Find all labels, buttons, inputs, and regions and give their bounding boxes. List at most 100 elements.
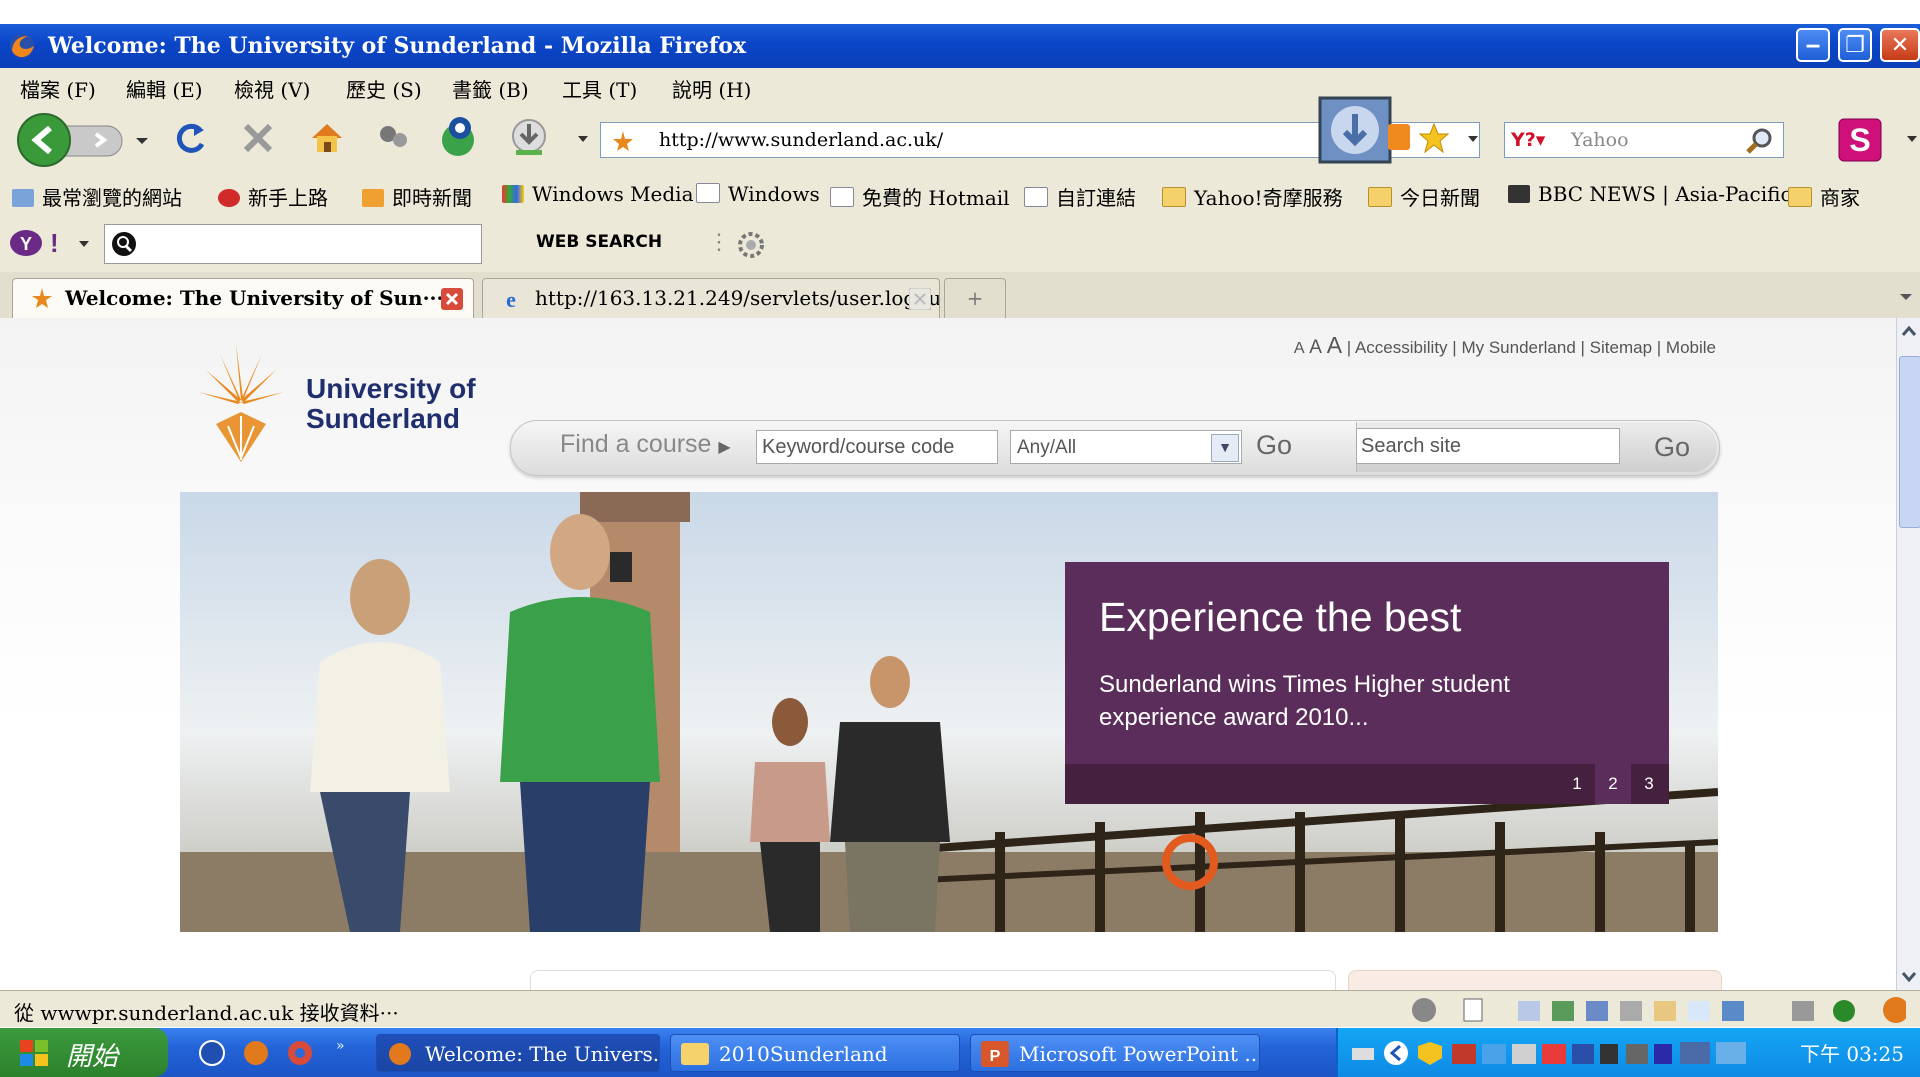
bookmark-item[interactable]: Yahoo!奇摩服務 <box>1162 182 1343 211</box>
menu-bar: 檔案 (F) 編輯 (E) 檢視 (V) 歷史 (S) 書籤 (B) 工具 (T… <box>0 68 1920 104</box>
university-logo-icon[interactable] <box>196 340 286 470</box>
svg-text:!: ! <box>50 228 59 258</box>
menu-view[interactable]: 檢視 (V) <box>234 74 310 103</box>
status-icons <box>1412 997 1906 1023</box>
bookmark-item[interactable]: Windows <box>696 182 820 206</box>
menu-help[interactable]: 說明 (H) <box>672 74 751 103</box>
restore-button[interactable]: ❐ <box>1838 28 1872 62</box>
svg-text:S: S <box>1849 122 1870 158</box>
web-search-button[interactable]: WEB SEARCH <box>536 232 662 252</box>
site-search-input[interactable]: Search site <box>1356 428 1620 464</box>
url-text: http://www.sunderland.ac.uk/ <box>659 129 944 151</box>
bookmark-item[interactable]: BBC NEWS | Asia-Pacific <box>1508 182 1792 206</box>
arrow-right-icon: ▶ <box>718 439 731 456</box>
yahoo-logo-icon[interactable]: Y! <box>8 228 70 258</box>
page-icon <box>1024 187 1048 207</box>
yahoo-search-input[interactable] <box>104 224 482 264</box>
taskbar-item-label: 2010Sunderland <box>719 1042 888 1066</box>
yahoo-menu-arrow-icon[interactable] <box>78 240 90 248</box>
promo-page-1[interactable]: 1 <box>1559 764 1595 804</box>
settings-gear-icon[interactable] <box>736 230 766 260</box>
promo-text[interactable]: Sunderland wins Times Higher student exp… <box>1099 668 1569 734</box>
url-dropdown-icon[interactable] <box>1466 134 1480 144</box>
page-icon <box>696 183 720 203</box>
promo-page-3[interactable]: 3 <box>1631 764 1667 804</box>
extension-s-icon[interactable]: S <box>1838 118 1882 162</box>
menu-bookmarks[interactable]: 書籤 (B) <box>452 74 529 103</box>
menu-file[interactable]: 檔案 (F) <box>20 74 96 103</box>
rss-icon[interactable] <box>1388 124 1412 152</box>
chevron-down-icon[interactable]: ▼ <box>1211 434 1239 462</box>
mobile-link[interactable]: Mobile <box>1666 338 1716 357</box>
toolbar-separator: ⋮ <box>708 230 730 255</box>
stop-icon[interactable] <box>240 120 276 156</box>
minimize-button[interactable]: ‒ <box>1796 28 1830 62</box>
firefox-start-icon <box>218 189 240 207</box>
reload-icon[interactable] <box>172 120 208 156</box>
start-button[interactable]: 開始 <box>0 1028 168 1077</box>
bookmark-item[interactable]: 商家 <box>1788 182 1860 211</box>
page-icon <box>830 187 854 207</box>
system-tray: 下午 03:25 <box>1336 1028 1920 1077</box>
my-sunderland-link[interactable]: My Sunderland <box>1461 338 1575 357</box>
search-icon[interactable] <box>1745 127 1773 155</box>
home-icon[interactable] <box>308 118 346 156</box>
university-logo-text[interactable]: University of Sunderland <box>306 374 476 434</box>
windows-logo-icon <box>20 1040 48 1066</box>
tab-active[interactable]: Welcome: The University of Sun··· <box>12 278 474 318</box>
close-window-button[interactable]: ✕ <box>1880 28 1920 62</box>
bookmark-item[interactable]: 今日新聞 <box>1368 182 1480 211</box>
course-go-button[interactable]: Go <box>1256 430 1292 461</box>
bookmark-item[interactable]: Windows Media <box>502 182 694 206</box>
new-tab-button[interactable]: + <box>944 278 1006 318</box>
site-search-go-button[interactable]: Go <box>1654 432 1690 463</box>
scroll-up-icon[interactable] <box>1900 322 1918 340</box>
quick-launch-icons[interactable]: » <box>196 1038 356 1068</box>
forward-button[interactable] <box>76 124 126 156</box>
folder-icon <box>681 1043 709 1065</box>
back-button[interactable] <box>12 112 74 168</box>
clock[interactable]: 下午 03:25 <box>1800 1038 1904 1067</box>
bookmark-item[interactable]: 免費的 Hotmail <box>830 182 1010 211</box>
accessibility-link[interactable]: Accessibility <box>1355 338 1448 357</box>
download-icon[interactable] <box>508 116 550 158</box>
text-size-large[interactable]: A <box>1327 332 1342 358</box>
menu-tools[interactable]: 工具 (T) <box>562 74 637 103</box>
scroll-thumb[interactable] <box>1899 356 1920 528</box>
menu-history[interactable]: 歷史 (S) <box>346 74 422 103</box>
bookmark-item[interactable]: 即時新聞 <box>362 182 472 211</box>
course-mode-select[interactable]: Any/All ▼ <box>1010 430 1242 464</box>
taskbar-item-firefox[interactable]: Welcome: The Univers... <box>376 1034 660 1072</box>
yahoo-engine-icon[interactable]: Y?▾ <box>1511 123 1545 157</box>
tab-list-arrow-icon[interactable] <box>1898 292 1914 302</box>
yahoo-search-icon <box>112 232 136 256</box>
taskbar-item-powerpoint[interactable]: P Microsoft PowerPoint ... <box>970 1034 1260 1072</box>
taskbar-item-folder[interactable]: 2010Sunderland <box>670 1034 960 1072</box>
svg-text:e: e <box>506 287 516 311</box>
bookmark-item[interactable]: 最常瀏覽的網站 <box>12 182 182 211</box>
tray-icons[interactable] <box>1350 1038 1790 1068</box>
vertical-scrollbar[interactable] <box>1896 318 1920 990</box>
bookmark-star-icon[interactable] <box>1418 122 1450 154</box>
promo-page-2[interactable]: 2 <box>1595 764 1631 804</box>
overflow-arrow-icon[interactable] <box>1906 134 1918 144</box>
tab-inactive[interactable]: e http://163.13.21.249/servlets/user.log… <box>482 278 940 318</box>
close-tab-icon[interactable] <box>909 288 931 310</box>
site-favicon-icon <box>32 288 52 308</box>
course-keyword-input[interactable]: Keyword/course code <box>756 430 998 464</box>
promo-panel[interactable]: Experience the best Sunderland wins Time… <box>1065 562 1669 804</box>
search-engine-box[interactable]: Y?▾ Yahoo <box>1504 122 1784 158</box>
download-status-icon[interactable] <box>1318 96 1392 166</box>
menu-edit[interactable]: 編輯 (E) <box>126 74 203 103</box>
bookmark-item[interactable]: 自訂連結 <box>1024 182 1136 211</box>
promo-heading[interactable]: Experience the best <box>1099 594 1461 641</box>
text-size-small[interactable]: A <box>1294 340 1305 357</box>
sitemap-link[interactable]: Sitemap <box>1590 338 1652 357</box>
scroll-down-icon[interactable] <box>1900 968 1918 986</box>
text-size-medium[interactable]: A <box>1309 337 1322 358</box>
bookmark-item[interactable]: 新手上路 <box>218 182 328 211</box>
toolbar-extension-icon[interactable] <box>438 114 484 160</box>
dropdown-arrow-icon[interactable] <box>576 134 590 144</box>
close-tab-icon[interactable] <box>441 288 463 310</box>
addon-icon[interactable] <box>376 120 412 156</box>
